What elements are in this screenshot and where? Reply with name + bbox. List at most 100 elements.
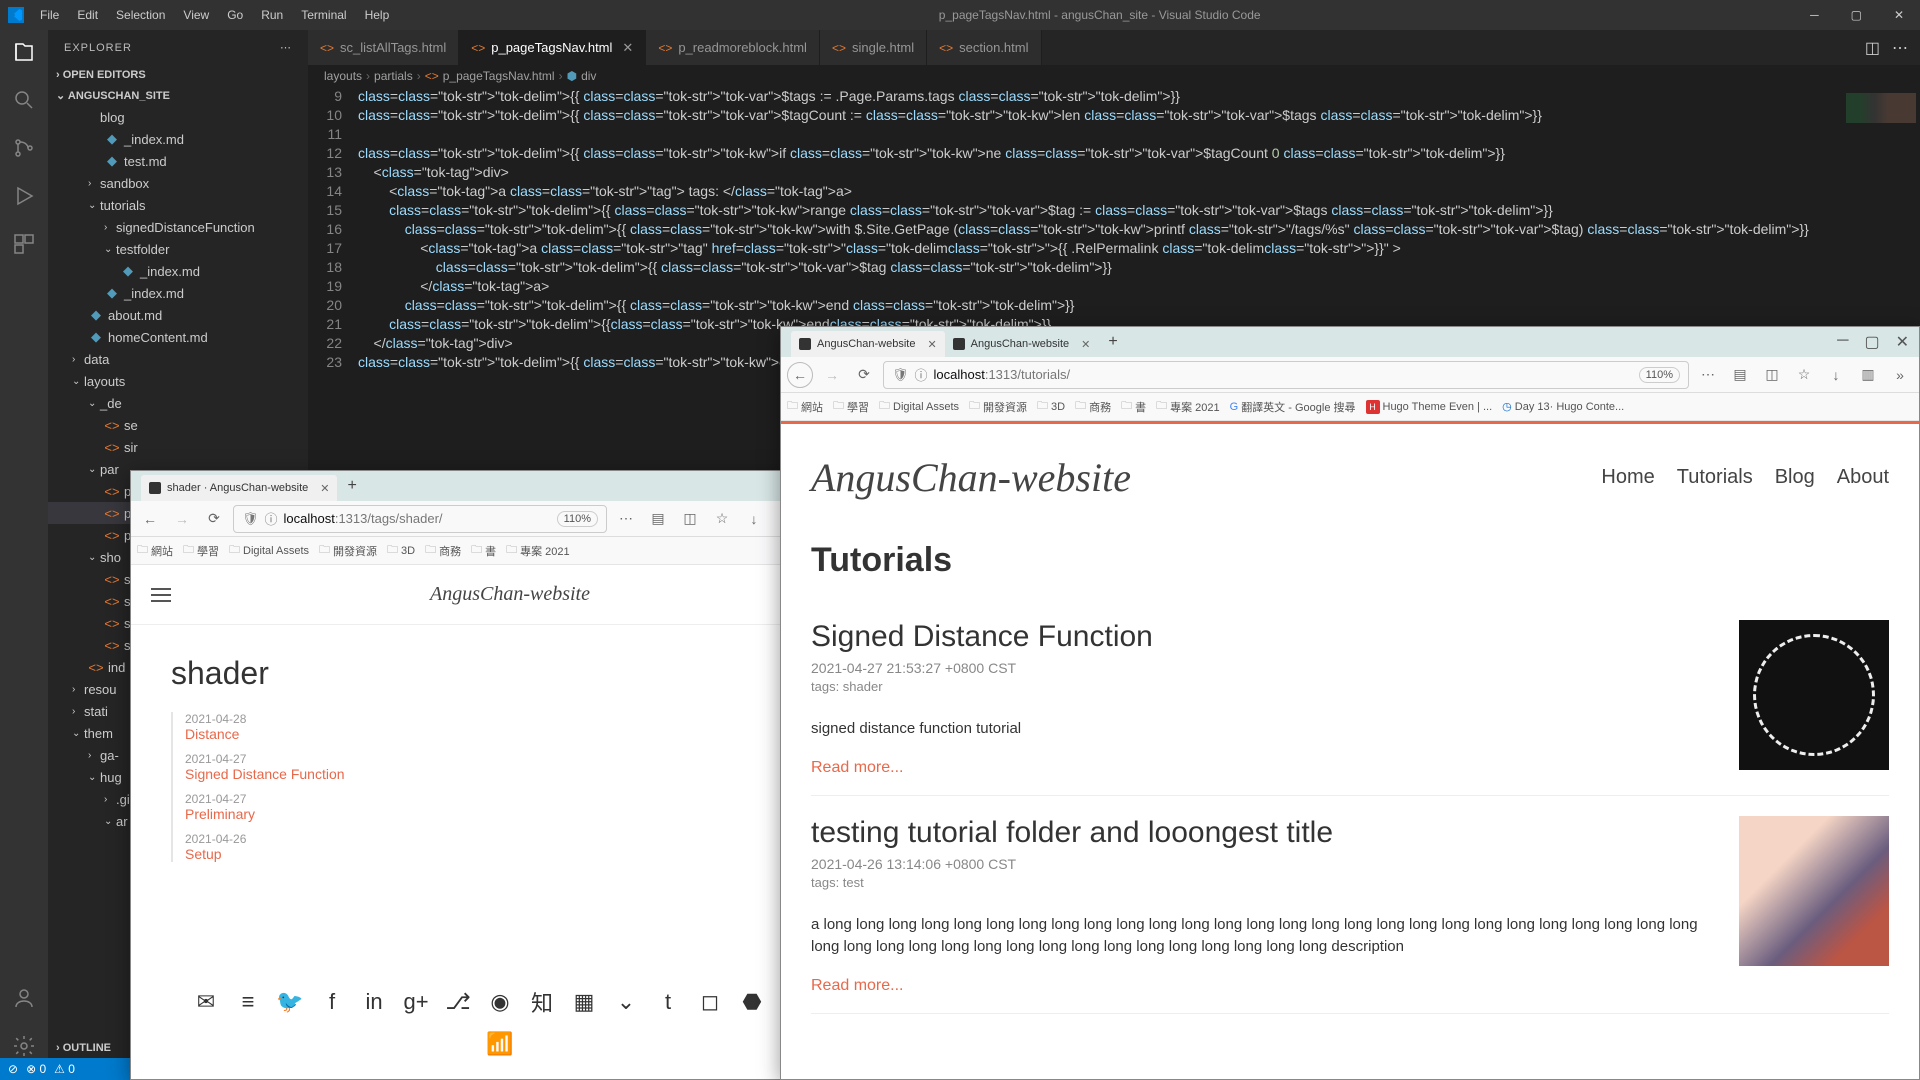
twitter-icon[interactable]: 🐦 (277, 989, 303, 1015)
weibo-icon[interactable]: ◉ (487, 989, 513, 1015)
tree-item[interactable]: ◆about.md (48, 304, 308, 326)
downloads-icon[interactable]: ↓ (741, 506, 767, 532)
tree-item[interactable]: ›signedDistanceFunction (48, 216, 308, 238)
reader-icon[interactable]: ▤ (645, 506, 671, 532)
instagram-icon[interactable]: ◻ (697, 989, 723, 1015)
tree-item[interactable]: ◆homeContent.md (48, 326, 308, 348)
remote-icon[interactable]: ⊘ (8, 1062, 18, 1076)
stackoverflow-icon[interactable]: ≡ (235, 989, 261, 1015)
menu-run[interactable]: Run (253, 4, 291, 26)
minimize-button[interactable]: ─ (1837, 332, 1848, 352)
bookmark-item[interactable]: H Hugo Theme Even | ... (1366, 400, 1493, 414)
new-tab-button[interactable]: + (337, 477, 366, 495)
tutorial-thumbnail[interactable] (1739, 620, 1889, 770)
maximize-button[interactable]: ▢ (1843, 4, 1870, 26)
zoom-badge[interactable]: 110% (557, 511, 598, 527)
bookmark-item[interactable]: 🗀 書 (471, 541, 496, 560)
back-button[interactable]: ← (137, 506, 163, 532)
close-button[interactable]: ✕ (1886, 4, 1912, 26)
facebook-icon[interactable]: f (319, 989, 345, 1015)
menu-view[interactable]: View (175, 4, 217, 26)
bookmark-item[interactable]: 🗀 學習 (183, 541, 219, 560)
account-icon[interactable] (12, 986, 36, 1010)
library-icon[interactable]: ▥ (1855, 362, 1881, 388)
browser-titlebar[interactable]: AngusChan-website✕AngusChan-website✕ + ─… (781, 327, 1919, 357)
maximize-button[interactable]: ▢ (1864, 332, 1879, 352)
bookmark-item[interactable]: 🗀 學習 (833, 397, 869, 416)
close-tab-icon[interactable]: ✕ (320, 482, 329, 495)
bookmark-item[interactable]: 🗀 3D (1037, 397, 1065, 416)
bookmark-item[interactable]: 🗀 開發資源 (969, 397, 1027, 416)
editor-tab[interactable]: <>sc_listAllTags.html (308, 30, 459, 65)
tumblr-icon[interactable]: t (655, 989, 681, 1015)
errors-count[interactable]: ⊗ 0 (26, 1062, 46, 1076)
forward-button[interactable]: → (169, 506, 195, 532)
reload-button[interactable]: ⟳ (851, 362, 877, 388)
site-brand[interactable]: AngusChan-website (811, 454, 1131, 501)
tree-item[interactable]: ›sandbox (48, 172, 308, 194)
reload-button[interactable]: ⟳ (201, 506, 227, 532)
tree-item[interactable]: ⌄tutorials (48, 194, 308, 216)
more-icon[interactable]: ⋯ (613, 506, 639, 532)
post-link[interactable]: Preliminary (185, 806, 829, 822)
tree-item[interactable]: ⌄testfolder (48, 238, 308, 260)
source-control-icon[interactable] (12, 136, 36, 160)
tree-item[interactable]: ◆test.md (48, 150, 308, 172)
tree-item[interactable]: ›data (48, 348, 308, 370)
editor-tab[interactable]: <>section.html (927, 30, 1041, 65)
close-button[interactable]: ✕ (1896, 332, 1909, 352)
bookmark-item[interactable]: 🗀 3D (387, 541, 415, 560)
bookmark-star-icon[interactable]: ☆ (1791, 362, 1817, 388)
tutorial-title[interactable]: testing tutorial folder and looongest ti… (811, 816, 1719, 850)
bookmark-item[interactable]: G 翻譯英文 - Google 搜尋 (1230, 399, 1356, 415)
reader-icon[interactable]: ▤ (1727, 362, 1753, 388)
bookmark-item[interactable]: 🗀 專案 2021 (1156, 397, 1220, 416)
tree-item[interactable]: <>se (48, 414, 308, 436)
bookmark-item[interactable]: 🗀 專案 2021 (506, 541, 570, 560)
more-icon[interactable]: ⋯ (1695, 362, 1721, 388)
post-link[interactable]: Distance (185, 726, 829, 742)
forward-button[interactable]: → (819, 362, 845, 388)
douban-icon[interactable]: ▦ (571, 989, 597, 1015)
nav-blog[interactable]: Blog (1775, 466, 1815, 489)
container-icon[interactable]: ◫ (1759, 362, 1785, 388)
breadcrumbs[interactable]: layouts› partials› <>p_pageTagsNav.html›… (308, 65, 1920, 87)
bookmark-item[interactable]: 🗀 開發資源 (319, 541, 377, 560)
menu-go[interactable]: Go (219, 4, 251, 26)
project-section[interactable]: ⌄ ANGUSCHAN_SITE (48, 85, 308, 106)
settings-icon[interactable] (12, 1034, 36, 1058)
hamburger-icon[interactable] (151, 588, 171, 602)
split-editor-icon[interactable]: ◫ (1865, 38, 1880, 58)
browser-tab[interactable]: shader · AngusChan-website ✕ (141, 475, 337, 501)
menu-help[interactable]: Help (357, 4, 398, 26)
nav-tutorials[interactable]: Tutorials (1677, 466, 1753, 489)
menu-terminal[interactable]: Terminal (293, 4, 354, 26)
mail-icon[interactable]: ✉ (193, 989, 219, 1015)
read-more-link[interactable]: Read more... (811, 977, 1719, 995)
bookmark-item[interactable]: 🗀 商務 (425, 541, 461, 560)
more-icon[interactable]: ⋯ (280, 41, 292, 54)
zoom-badge[interactable]: 110% (1639, 367, 1680, 383)
bookmark-item[interactable]: ◷ Day 13· Hugo Conte... (1502, 400, 1624, 413)
pocket-icon[interactable]: ⌄ (613, 989, 639, 1015)
tree-item[interactable]: ◆_index.md (48, 282, 308, 304)
gitlab-icon[interactable]: ⬣ (739, 989, 765, 1015)
bookmark-item[interactable]: 🗀 Digital Assets (229, 541, 309, 560)
editor-tab[interactable]: <>p_readmoreblock.html (646, 30, 820, 65)
tree-item[interactable]: ⌄layouts (48, 370, 308, 392)
nav-about[interactable]: About (1837, 466, 1889, 489)
warnings-count[interactable]: ⚠ 0 (54, 1062, 75, 1076)
rss-icon[interactable]: 📶 (143, 1031, 857, 1057)
tutorial-thumbnail[interactable] (1739, 816, 1889, 966)
tree-item[interactable]: <>sir (48, 436, 308, 458)
menu-edit[interactable]: Edit (69, 4, 106, 26)
url-input[interactable]: 🛡 ⓘ localhost:1313/tags/shader/ 110% (233, 505, 607, 533)
post-link[interactable]: Signed Distance Function (185, 766, 829, 782)
tree-item[interactable]: ◆_index.md (48, 128, 308, 150)
debug-icon[interactable] (12, 184, 36, 208)
new-tab-button[interactable]: + (1098, 333, 1127, 351)
url-input[interactable]: 🛡 ⓘ localhost:1313/tutorials/ 110% (883, 361, 1689, 389)
googleplus-icon[interactable]: g+ (403, 989, 429, 1015)
search-icon[interactable] (12, 88, 36, 112)
container-icon[interactable]: ◫ (677, 506, 703, 532)
